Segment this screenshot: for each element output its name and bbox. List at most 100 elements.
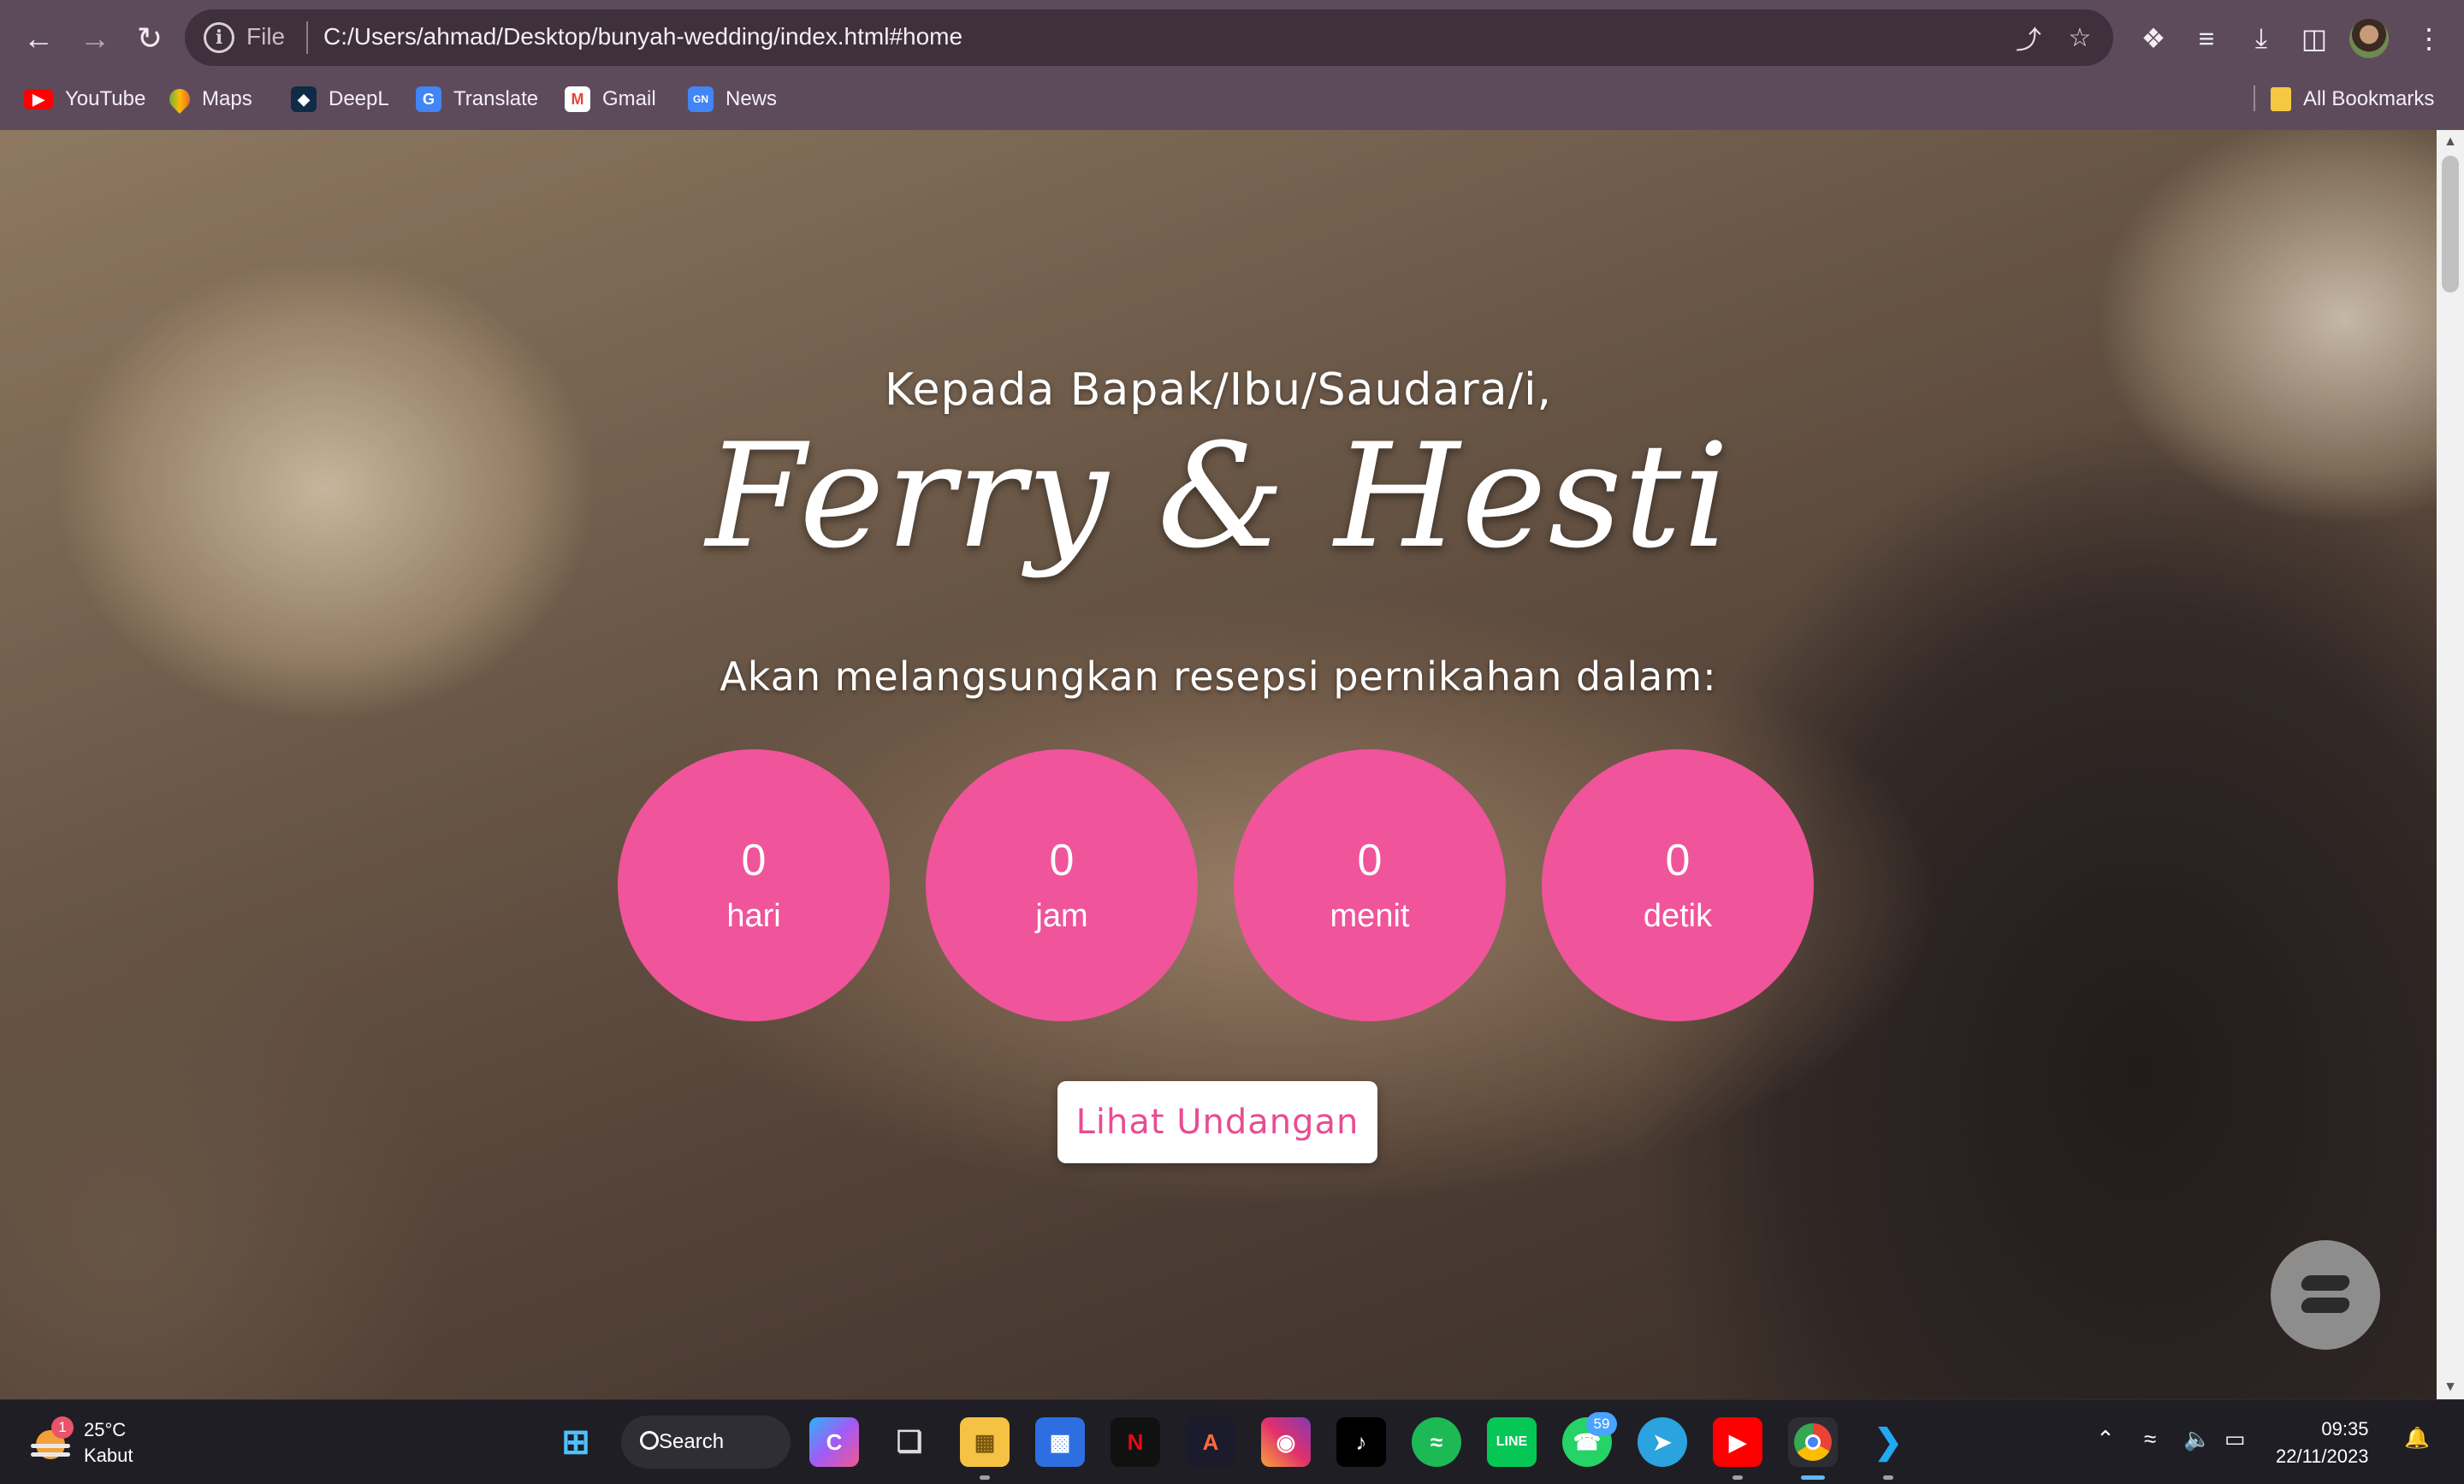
spotify-icon[interactable]: ≈	[1412, 1417, 1461, 1467]
bookmark-gmail[interactable]: M Gmail	[565, 80, 656, 118]
bookmark-label: News	[726, 87, 778, 110]
menu-icon[interactable]: ⋮	[2408, 17, 2450, 60]
side-panel-icon[interactable]: ◫	[2293, 17, 2336, 60]
all-bookmarks-label: All Bookmarks	[2303, 87, 2435, 110]
telegram-icon[interactable]: ➤	[1638, 1417, 1687, 1467]
taskbar: 1 25°C Kabut ⊞ Search C ❏ ▦ ▩ N A ◉ ♪ ≈ …	[0, 1399, 2464, 1484]
reload-button[interactable]: ↻	[127, 15, 173, 62]
chrome-icon[interactable]	[1788, 1417, 1838, 1467]
address-bar[interactable]: i File C:/Users/ahmad/Desktop/bunyah-wed…	[185, 9, 2113, 66]
countdown-value: 0	[1357, 836, 1383, 885]
couple-names: Ferry & Hesti	[705, 412, 1732, 580]
countdown-unit: detik	[1643, 898, 1713, 934]
back-button[interactable]: ←	[15, 15, 62, 62]
extensions-icon[interactable]: ❖	[2132, 17, 2175, 60]
netflix-icon[interactable]: N	[1111, 1417, 1160, 1467]
translate-icon: G	[416, 86, 441, 112]
active-indicator	[1801, 1475, 1825, 1480]
news-icon: GN	[688, 86, 714, 112]
volume-icon[interactable]: 🔈	[2183, 1426, 2211, 1452]
bookmark-label: YouTube	[65, 87, 146, 110]
countdown-unit: jam	[1035, 898, 1088, 934]
page-hero: Kepada Bapak/Ibu/Saudara/i, Ferry & Hest…	[0, 130, 2437, 1399]
wifi-icon[interactable]: ≈	[2144, 1426, 2156, 1452]
copilot-icon[interactable]: C	[809, 1417, 859, 1467]
countdown-value: 0	[1665, 836, 1691, 885]
running-indicator	[1883, 1475, 1893, 1480]
scroll-down-arrow-icon[interactable]: ▼	[2437, 1375, 2464, 1399]
weather-fog-icon: 1	[29, 1416, 74, 1464]
bookmark-star-icon[interactable]: ☆	[2062, 20, 2098, 56]
url-text[interactable]: C:/Users/ahmad/Desktop/bunyah-wedding/in…	[323, 23, 962, 50]
share-icon[interactable]: ⤴	[2011, 20, 2046, 56]
running-indicator	[1732, 1475, 1743, 1480]
gmail-icon: M	[565, 86, 590, 112]
bookmark-news[interactable]: GN News	[688, 80, 777, 118]
countdown-minutes: 0 menit	[1234, 749, 1506, 1021]
clock-time: 09:35	[2321, 1418, 2369, 1440]
bookmark-deepl[interactable]: ◆ DeepL	[291, 80, 389, 118]
notifications-bell-icon[interactable]: 🔔	[2404, 1426, 2430, 1451]
bookmark-translate[interactable]: G Translate	[416, 80, 538, 118]
countdown: 0 hari 0 jam 0 menit 0 detik	[618, 749, 1815, 1023]
browser-toolbar: ← → ↻ i File C:/Users/ahmad/Desktop/buny…	[0, 0, 2464, 130]
bookmark-label: Translate	[453, 87, 539, 110]
forward-button[interactable]: →	[72, 15, 118, 62]
countdown-unit: hari	[726, 898, 781, 934]
weather-desc: Kabut	[84, 1445, 133, 1466]
microsoft-store-icon[interactable]: ▩	[1035, 1417, 1085, 1467]
instagram-icon[interactable]: ◉	[1261, 1417, 1311, 1467]
arc-icon[interactable]: A	[1186, 1417, 1235, 1467]
scroll-up-arrow-icon[interactable]: ▲	[2437, 130, 2464, 154]
page-scrollbar[interactable]: ▲ ▼	[2437, 130, 2464, 1399]
countdown-unit: menit	[1330, 898, 1410, 934]
show-hidden-icons-chevron-icon[interactable]: ⌃	[2096, 1426, 2115, 1452]
search-label: Search	[659, 1430, 725, 1453]
download-icon[interactable]: ⤓	[2240, 17, 2283, 60]
file-explorer-icon[interactable]: ▦	[960, 1417, 1010, 1467]
windows-start-icon[interactable]: ⊞	[551, 1417, 601, 1467]
all-bookmarks[interactable]: All Bookmarks	[2271, 80, 2434, 118]
bookmarks-bar: ▶ YouTube Maps ◆ DeepL G Translate M Gma…	[0, 80, 2464, 118]
clock[interactable]: 09:35 22/11/2023	[2276, 1416, 2368, 1470]
running-indicator	[980, 1475, 990, 1480]
clock-date: 22/11/2023	[2276, 1446, 2369, 1467]
battery-icon[interactable]: ▭	[2224, 1426, 2246, 1452]
bookmark-label: Maps	[202, 87, 252, 110]
weather-temp: 25°C	[84, 1419, 127, 1440]
view-invitation-button[interactable]: Lihat Undangan	[1057, 1081, 1377, 1163]
countdown-value: 0	[741, 836, 767, 885]
maps-icon	[165, 85, 194, 114]
task-view-icon[interactable]: ❏	[885, 1417, 934, 1467]
chat-widget-button[interactable]	[2271, 1240, 2380, 1350]
bookmark-youtube[interactable]: ▶ YouTube	[24, 80, 145, 118]
bookmarks-divider	[2254, 86, 2255, 111]
profile-avatar[interactable]	[2349, 19, 2389, 58]
countdown-hours: 0 jam	[926, 749, 1198, 1021]
scroll-thumb[interactable]	[2442, 156, 2459, 293]
deepl-icon: ◆	[291, 86, 317, 112]
weather-badge: 1	[51, 1416, 74, 1439]
countdown-days: 0 hari	[618, 749, 890, 1021]
youtube-app-icon[interactable]: ▶	[1713, 1417, 1762, 1467]
weather-widget[interactable]: 1 25°C Kabut	[29, 1416, 133, 1469]
bookmark-label: Gmail	[602, 87, 656, 110]
omnibox-divider	[306, 21, 308, 54]
chat-widget-icon	[2300, 1275, 2351, 1315]
whatsapp-badge: 59	[1586, 1412, 1617, 1436]
bookmark-label: DeepL	[329, 87, 389, 110]
greeting-text: Kepada Bapak/Ibu/Saudara/i,	[884, 364, 1553, 416]
vscode-icon[interactable]: ❯	[1863, 1417, 1913, 1467]
file-scheme-label: File	[246, 23, 286, 50]
reading-list-icon[interactable]: ≡	[2185, 17, 2228, 60]
folder-icon	[2271, 87, 2291, 111]
line-icon[interactable]: LINE	[1487, 1417, 1537, 1467]
search-icon	[640, 1431, 659, 1450]
site-info-icon[interactable]: i	[204, 22, 234, 53]
tiktok-icon[interactable]: ♪	[1336, 1417, 1386, 1467]
bookmark-maps[interactable]: Maps	[165, 80, 252, 118]
taskbar-search[interactable]: Search	[621, 1416, 791, 1469]
event-subtitle: Akan melangsungkan resepsi pernikahan da…	[720, 653, 1717, 700]
countdown-seconds: 0 detik	[1542, 749, 1814, 1021]
youtube-icon: ▶	[24, 89, 53, 109]
